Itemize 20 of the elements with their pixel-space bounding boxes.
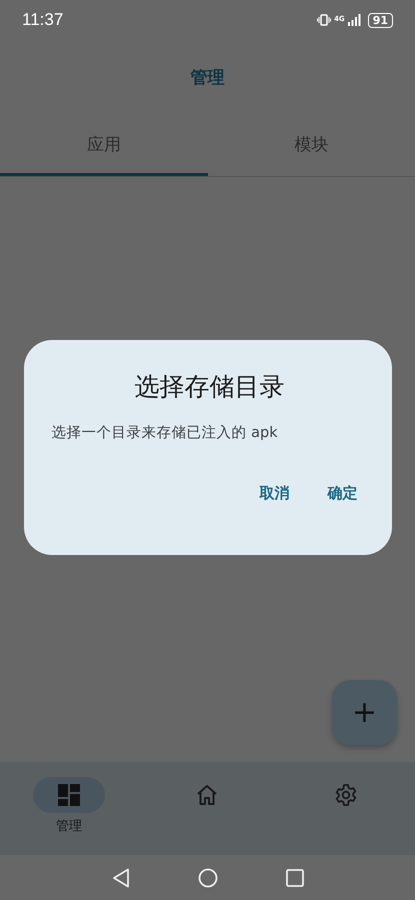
page-title: 管理 (190, 67, 224, 89)
settings-icon (334, 783, 358, 807)
battery-level: 91 (368, 12, 393, 28)
nav-item[interactable] (33, 777, 106, 813)
dashboard-icon (58, 784, 80, 806)
dialog-message: 选择一个目录来存储已注入的 apk (52, 424, 279, 442)
signal-icon (348, 14, 361, 26)
home-icon (196, 784, 218, 806)
vibrate-icon (317, 14, 332, 26)
dialog-button[interactable]: 取消 (250, 478, 300, 509)
dialog-title: 选择存储目录 (134, 371, 286, 403)
clock-time: 11:37 (22, 10, 64, 30)
home-circle-icon[interactable] (198, 868, 218, 888)
tab[interactable]: 模块 (208, 115, 415, 176)
recents-square-icon[interactable] (286, 868, 304, 886)
dialog-button[interactable]: 确定 (318, 478, 368, 509)
back-icon[interactable] (112, 868, 130, 888)
add-button[interactable]: + (332, 680, 397, 745)
tab[interactable]: 应用 (0, 115, 208, 176)
nav-label: 管理 (56, 818, 82, 835)
